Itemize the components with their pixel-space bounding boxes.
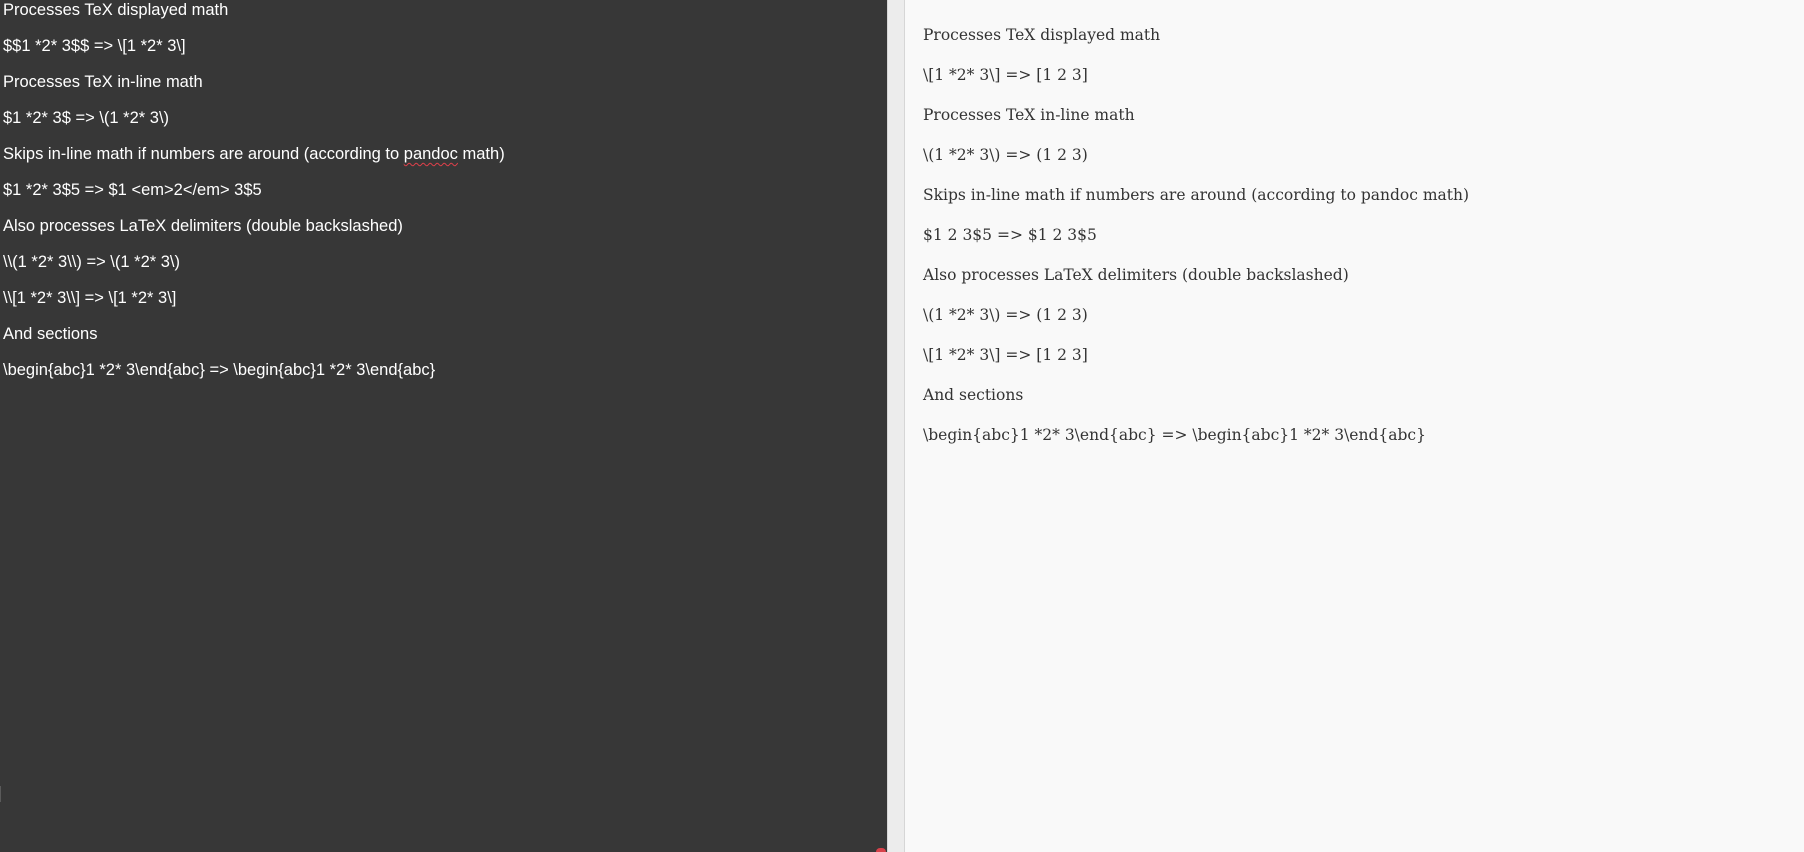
- editor-line[interactable]: And sections: [3, 324, 887, 360]
- editor-line[interactable]: Processes TeX displayed math: [3, 0, 887, 36]
- editor-line[interactable]: $$1 *2* 3$$ => \[1 *2* 3\]: [3, 36, 887, 72]
- editor-line[interactable]: Also processes LaTeX delimiters (double …: [3, 216, 887, 252]
- editor-line[interactable]: $1 *2* 3$5 => $1 <em>2</em> 3$5: [3, 180, 887, 216]
- editor-line-text: Skips in-line math if numbers are around…: [3, 145, 404, 163]
- preview-paragraph: Processes TeX in-line math: [923, 106, 1135, 124]
- preview-paragraph: Also processes LaTeX delimiters (double …: [923, 266, 1349, 284]
- editor-line[interactable]: $1 *2* 3$ => \(1 *2* 3\): [3, 108, 887, 144]
- preview-paragraph: \(1 *2* 3\) => (1 2 3): [923, 146, 1088, 164]
- preview-paragraph: \begin{abc}1 *2* 3\end{abc} => \begin{ab…: [923, 426, 1426, 444]
- preview-paragraph: \[1 *2* 3\] => [1 2 3]: [923, 346, 1088, 364]
- markdown-editor[interactable]: Processes TeX displayed math $$1 *2* 3$$…: [0, 0, 887, 852]
- editor-line-text: math): [457, 145, 505, 163]
- preview-paragraph: $1 2 3$5 => $1 2 3$5: [923, 226, 1097, 244]
- preview-paragraph: And sections: [923, 386, 1024, 404]
- app-window: Processes TeX displayed math $$1 *2* 3$$…: [0, 0, 1804, 852]
- editor-line[interactable]: Skips in-line math if numbers are around…: [3, 144, 887, 180]
- pane-splitter[interactable]: [887, 0, 905, 852]
- misspelled-word[interactable]: pandoc: [404, 145, 458, 163]
- text-cursor: [0, 786, 1, 802]
- editor-line[interactable]: Processes TeX in-line math: [3, 72, 887, 108]
- editor-line[interactable]: \\[1 *2* 3\\] => \[1 *2* 3\]: [3, 288, 887, 324]
- resize-handle[interactable]: [876, 848, 886, 852]
- editor-line[interactable]: \begin{abc}1 *2* 3\end{abc} => \begin{ab…: [3, 360, 887, 396]
- preview-pane: Processes TeX displayed math \[1 *2* 3\]…: [905, 0, 1804, 852]
- preview-paragraph: \[1 *2* 3\] => [1 2 3]: [923, 66, 1088, 84]
- editor-line[interactable]: \\(1 *2* 3\\) => \(1 *2* 3\): [3, 252, 887, 288]
- preview-paragraph: Processes TeX displayed math: [923, 26, 1161, 44]
- preview-paragraph: Skips in-line math if numbers are around…: [923, 186, 1470, 204]
- preview-paragraph: \(1 *2* 3\) => (1 2 3): [923, 306, 1088, 324]
